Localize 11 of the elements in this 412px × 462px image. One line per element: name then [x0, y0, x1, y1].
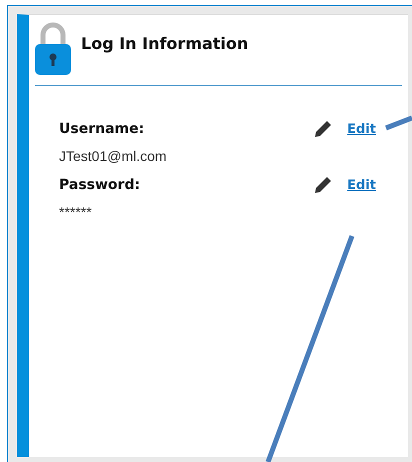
leader-line — [385, 116, 412, 130]
pencil-icon — [314, 120, 332, 138]
field-value: JTest01@ml.com — [59, 148, 168, 164]
field-label: Password: — [59, 177, 142, 193]
pencil-icon — [314, 176, 332, 194]
field-label: Username: — [59, 121, 146, 137]
card-title: Log In Information — [81, 34, 248, 53]
edit-link[interactable]: Edit — [347, 178, 376, 192]
edit-link[interactable]: Edit — [347, 122, 376, 136]
field-value: ****** — [59, 204, 93, 220]
padlock-icon — [35, 21, 71, 75]
